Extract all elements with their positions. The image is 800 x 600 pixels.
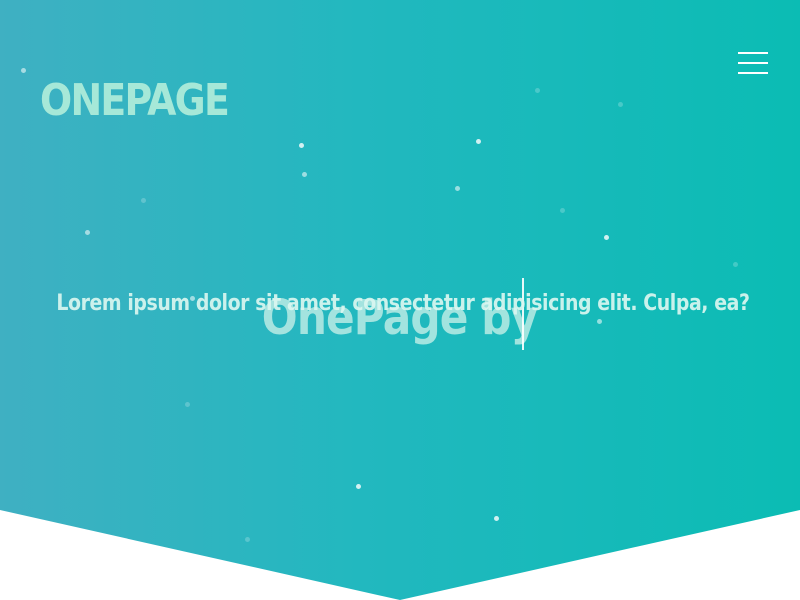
menu-bar <box>738 72 768 74</box>
particle-dot <box>185 402 190 407</box>
particle-dot <box>21 68 26 73</box>
particle-dot <box>455 186 460 191</box>
hero-section: ONEPAGE OnePage by Lorem ipsum dolor sit… <box>0 0 800 600</box>
hamburger-menu-icon[interactable] <box>736 50 770 76</box>
particle-dot <box>356 484 361 489</box>
particle-dot <box>302 172 307 177</box>
particle-dot <box>476 139 481 144</box>
hero-subtitle: Lorem ipsum dolor sit amet, consectetur … <box>0 288 800 320</box>
particle-dot <box>560 208 565 213</box>
menu-bar <box>738 52 768 54</box>
particle-dot <box>618 102 623 107</box>
particle-dot <box>299 143 304 148</box>
particle-dot <box>245 537 250 542</box>
particle-dot <box>85 230 90 235</box>
site-logo[interactable]: ONEPAGE <box>40 73 230 129</box>
menu-bar <box>738 62 768 64</box>
particle-dot <box>733 262 738 267</box>
hero-subtitle-text: Lorem ipsum dolor sit amet, consectetur … <box>56 291 750 316</box>
particle-dot <box>141 198 146 203</box>
particle-dot <box>494 516 499 521</box>
particle-dot <box>535 88 540 93</box>
particle-dot <box>604 235 609 240</box>
